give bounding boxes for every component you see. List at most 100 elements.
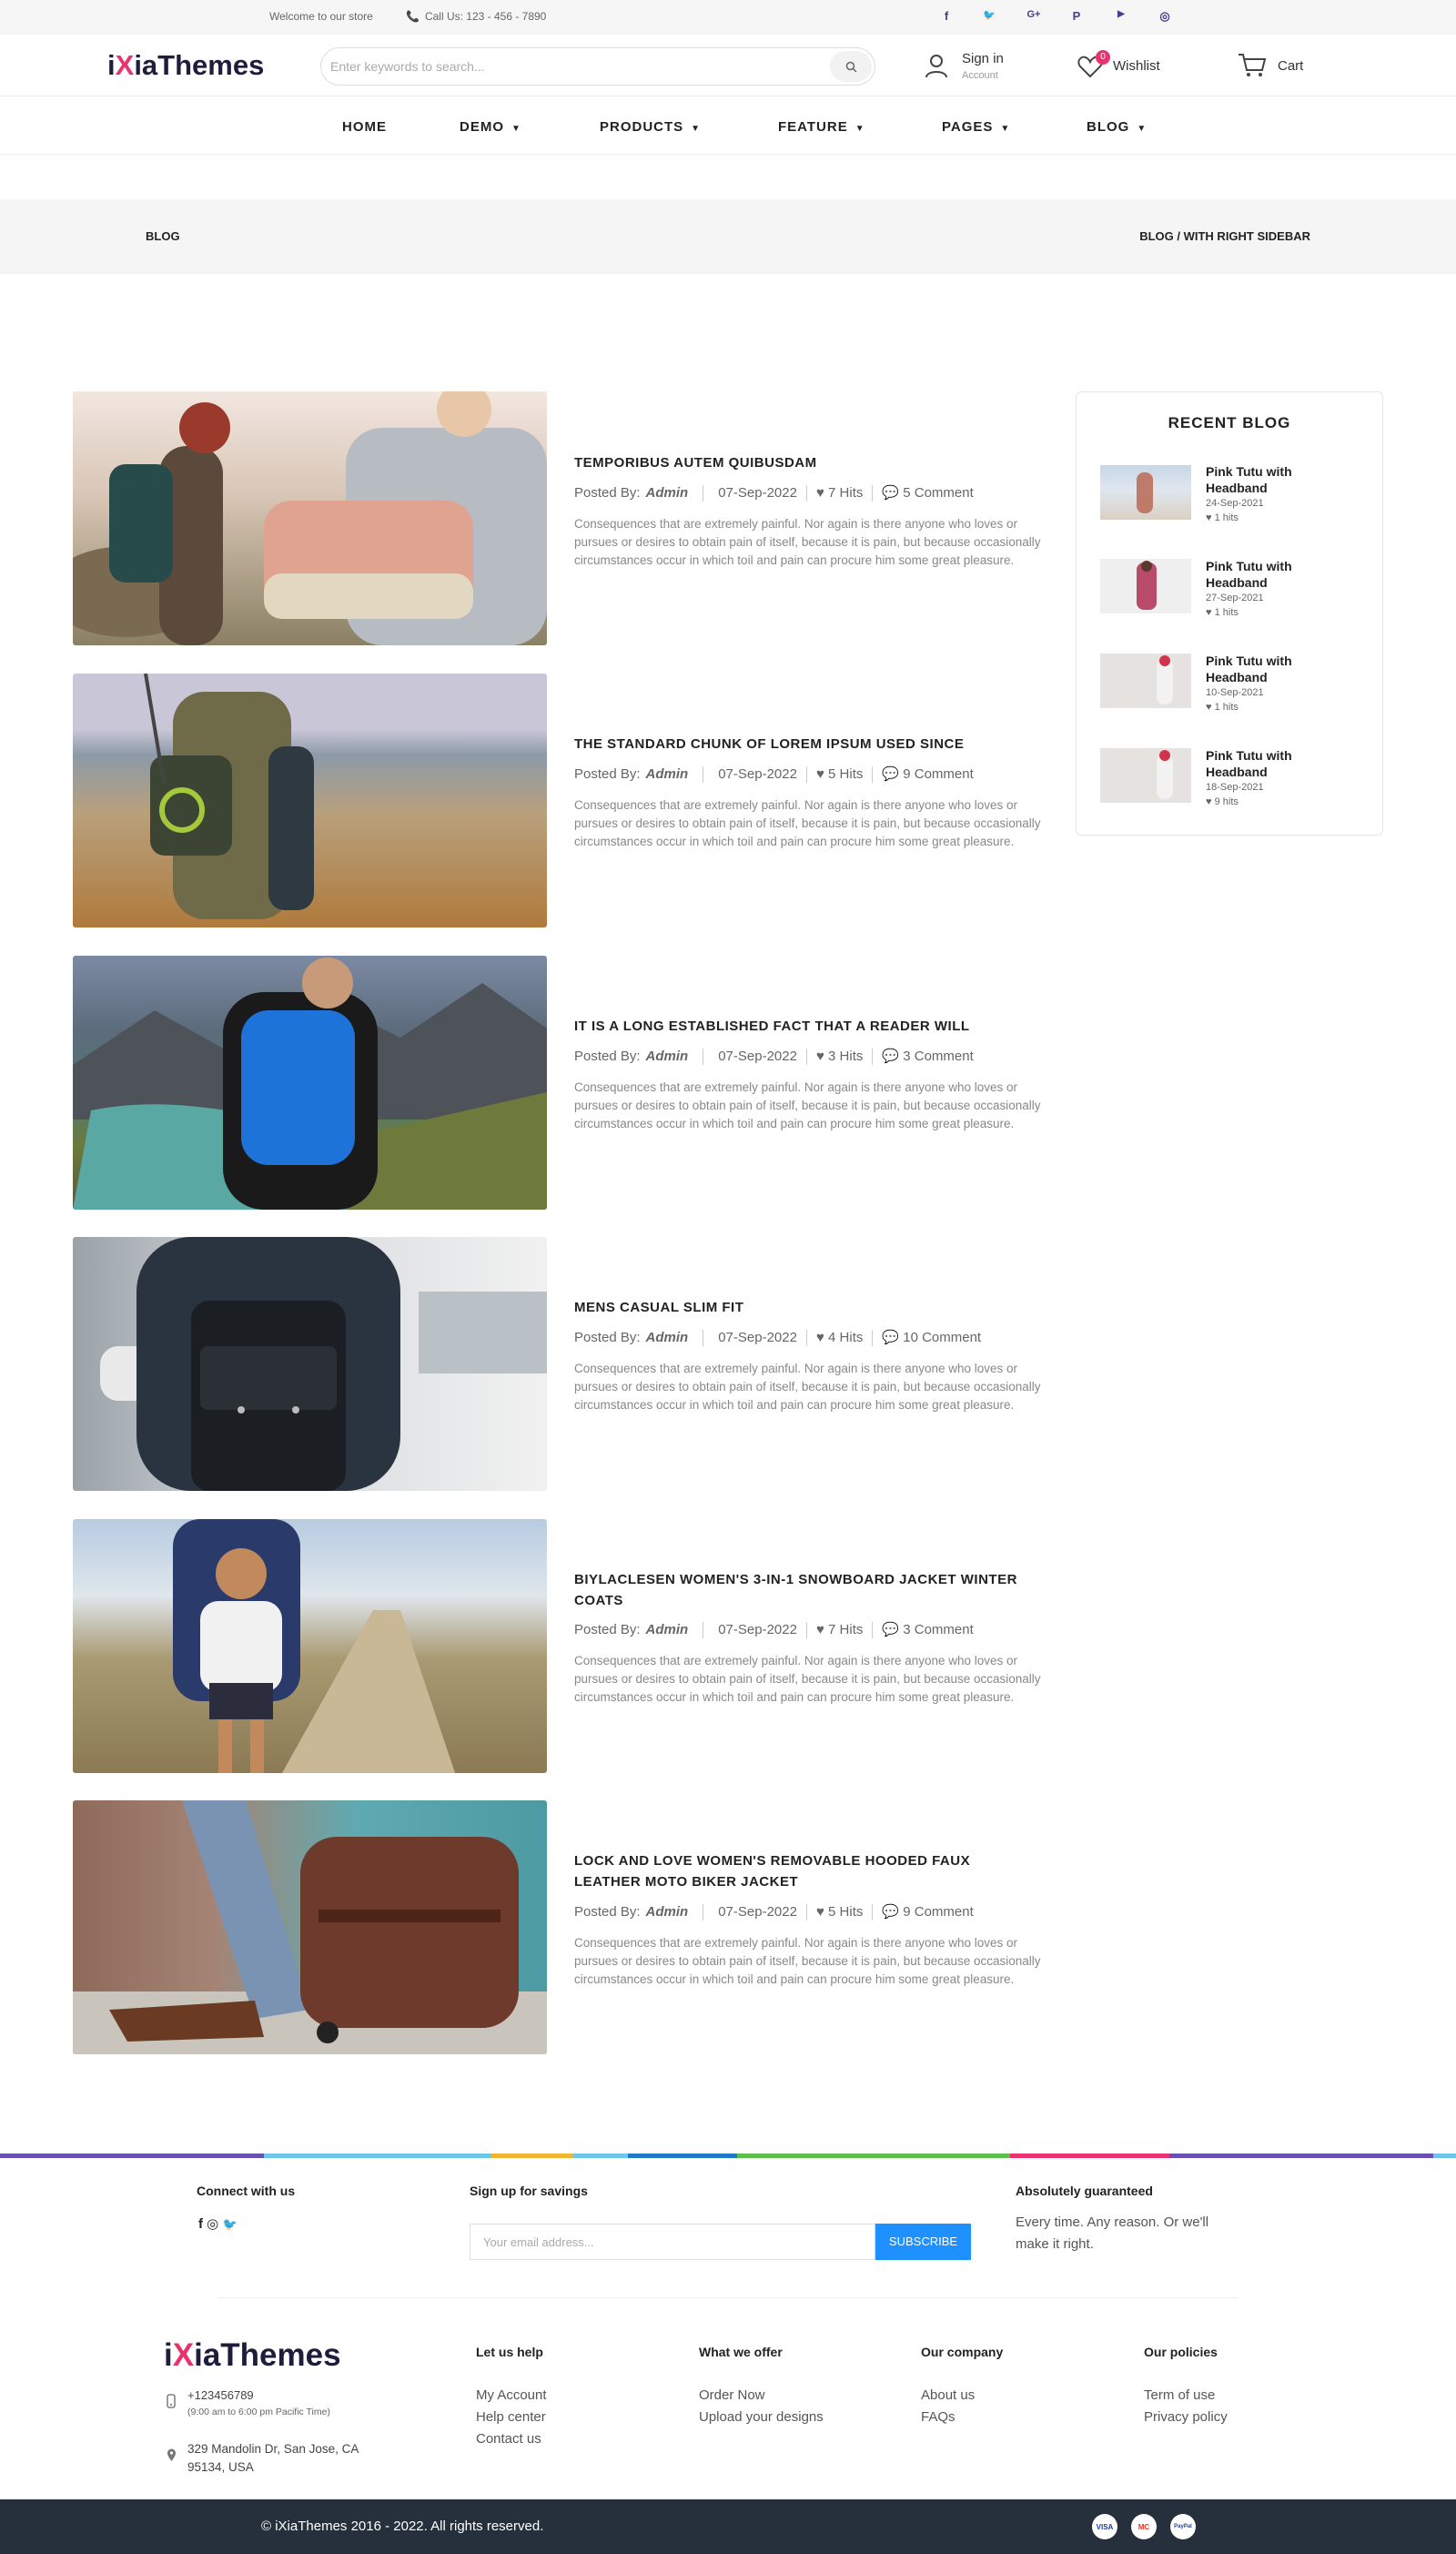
post-title[interactable]: MENS CASUAL SLIM FIT [574,1297,1047,1318]
user-icon[interactable] [925,53,948,78]
post-comments[interactable]: 5 Comment [903,485,974,501]
post-author[interactable]: Admin [646,1904,689,1920]
post-author[interactable]: Admin [646,766,689,782]
email-field[interactable] [470,2225,875,2259]
heart-icon: ♥ [815,1904,829,1920]
footer-link-my-account[interactable]: My Account [476,2387,547,2403]
footer-link-about-us[interactable]: About us [921,2387,975,2403]
pinterest-icon[interactable]: P [1067,9,1086,23]
visa-icon: VISA [1092,2514,1117,2539]
recent-post-title[interactable]: Pink Tutu with Headband [1206,463,1351,496]
footer-link-privacy[interactable]: Privacy policy [1144,2409,1228,2425]
post-excerpt: Consequences that are extremely painful.… [574,1936,1041,1986]
recent-post-date: 24-Sep-2021 [1206,498,1264,509]
recent-post-thumb[interactable] [1100,748,1191,803]
instagram-icon[interactable]: ◎ [207,2216,218,2232]
post-excerpt: Consequences that are extremely painful.… [574,1654,1041,1704]
hiker-fjord-photo [73,958,547,1210]
post-meta: Posted By: Admin 07-Sep-2022 ♥ 4 Hits 💬 10 C… [574,1329,981,1347]
post-author[interactable]: Admin [646,1622,689,1637]
post-excerpt: Consequences that are extremely painful.… [574,1362,1041,1412]
post-excerpt: Consequences that are extremely painful.… [574,1080,1041,1130]
cart-icon[interactable] [1238,53,1267,78]
post-title[interactable]: THE STANDARD CHUNK OF LOREM IPSUM USED S… [574,734,1047,755]
footer-phone[interactable]: +123456789 [187,2388,254,2402]
post-title[interactable]: LOCK AND LOVE WOMEN'S REMOVABLE HOODED F… [574,1850,1047,1892]
facebook-icon[interactable]: f [937,9,956,23]
logo[interactable]: iXiaThemes [107,49,264,82]
divider [805,1904,807,1921]
subscribe-button[interactable]: SUBSCRIBE [875,2224,971,2260]
footer-color-strip [0,2154,1456,2158]
post-comments[interactable]: 9 Comment [903,1904,974,1920]
posted-by-label: Posted By: [574,766,641,782]
post-meta: Posted By: Admin 07-Sep-2022 ♥ 3 Hits 💬 3 Co… [574,1048,974,1066]
post-date: 07-Sep-2022 [718,1622,797,1637]
rolling-bag-photo [73,1800,547,2054]
recent-post-title[interactable]: Pink Tutu with Headband [1206,558,1351,591]
post-image[interactable] [73,956,547,1210]
nav-demo-label: DEMO [460,119,504,135]
comments-icon: 💬 [882,1330,904,1345]
footer-link-help-center[interactable]: Help center [476,2409,546,2425]
email-field-wrap [470,2224,875,2260]
post-comments[interactable]: 3 Comment [903,1622,974,1637]
post-hits: 7 Hits [828,1622,864,1637]
post-comments[interactable]: 3 Comment [903,1049,974,1064]
nav-demo[interactable]: DEMO ▼ [460,119,521,135]
post-excerpt: Consequences that are extremely painful.… [574,798,1041,848]
post-image[interactable] [73,1237,547,1491]
search-button[interactable] [830,51,872,82]
post-comments[interactable]: 10 Comment [903,1330,981,1345]
facebook-icon[interactable]: f [198,2216,203,2232]
cart-link[interactable]: Cart [1278,58,1303,74]
post-image[interactable] [73,674,547,927]
footer-logo[interactable]: iXiaThemes [164,2337,341,2374]
post-title[interactable]: BIYLACLESEN WOMEN'S 3-IN-1 SNOWBOARD JAC… [574,1569,1047,1611]
sign-in-link[interactable]: Sign in [962,51,1004,66]
recent-post-thumb[interactable] [1100,654,1191,708]
post-comments[interactable]: 9 Comment [903,766,974,782]
post-image[interactable] [73,1800,547,2054]
twitter-icon[interactable]: 🐦 [222,2217,237,2231]
nav-home[interactable]: HOME [342,119,387,135]
footer-link-faqs[interactable]: FAQs [921,2409,956,2425]
twitter-icon[interactable]: 🐦 [980,9,998,21]
nav-blog[interactable]: BLOG ▼ [1087,119,1147,135]
footer-link-order-now[interactable]: Order Now [699,2387,765,2403]
instagram-icon[interactable]: ◎ [1156,9,1174,24]
post-image[interactable] [73,391,547,645]
recent-post-title[interactable]: Pink Tutu with Headband [1206,747,1351,780]
post-date: 07-Sep-2022 [718,766,797,782]
divider [872,766,874,784]
recent-post-title-line: Headband [1206,765,1268,779]
recent-post-thumb[interactable] [1100,465,1191,520]
logo-i: i [164,2337,173,2373]
post-author[interactable]: Admin [646,485,689,501]
post-author[interactable]: Admin [646,1049,689,1064]
post-author[interactable]: Admin [646,1330,689,1345]
recent-post-title-line: Pink Tutu with [1206,464,1292,479]
footer-link-terms[interactable]: Term of use [1144,2387,1215,2403]
nav-feature[interactable]: FEATURE ▼ [778,119,865,135]
footer-hours: (9:00 am to 6:00 pm Pacific Time) [187,2407,330,2417]
wishlist-count-badge: 0 [1096,50,1110,65]
youtube-icon[interactable]: ▶ [1112,9,1130,19]
nav-products[interactable]: PRODUCTS ▼ [600,119,701,135]
nav-pages[interactable]: PAGES ▼ [942,119,1010,135]
post-title[interactable]: IT IS A LONG ESTABLISHED FACT THAT A REA… [574,1016,1047,1037]
post-hits: 4 Hits [828,1330,864,1345]
recent-post-thumb[interactable] [1100,559,1191,613]
wishlist-link[interactable]: Wishlist [1113,58,1160,74]
footer-link-contact-us[interactable]: Contact us [476,2431,541,2447]
google-plus-icon[interactable]: G+ [1025,9,1043,20]
post-meta: Posted By: Admin 07-Sep-2022 ♥ 5 Hits 💬 9 Co… [574,765,974,784]
breadcrumb-band: BLOG BLOG / WITH RIGHT SIDEBAR [0,199,1456,274]
footer-link-upload-designs[interactable]: Upload your designs [699,2409,824,2425]
search-input[interactable] [330,48,822,85]
post-image[interactable] [73,1519,547,1773]
breadcrumb[interactable]: BLOG / WITH RIGHT SIDEBAR [1139,229,1310,243]
recent-post-hits: ♥ 1 hits [1206,607,1239,618]
post-title[interactable]: TEMPORIBUS AUTEM QUIBUSDAM [574,452,1047,473]
recent-post-title[interactable]: Pink Tutu with Headband [1206,653,1351,685]
